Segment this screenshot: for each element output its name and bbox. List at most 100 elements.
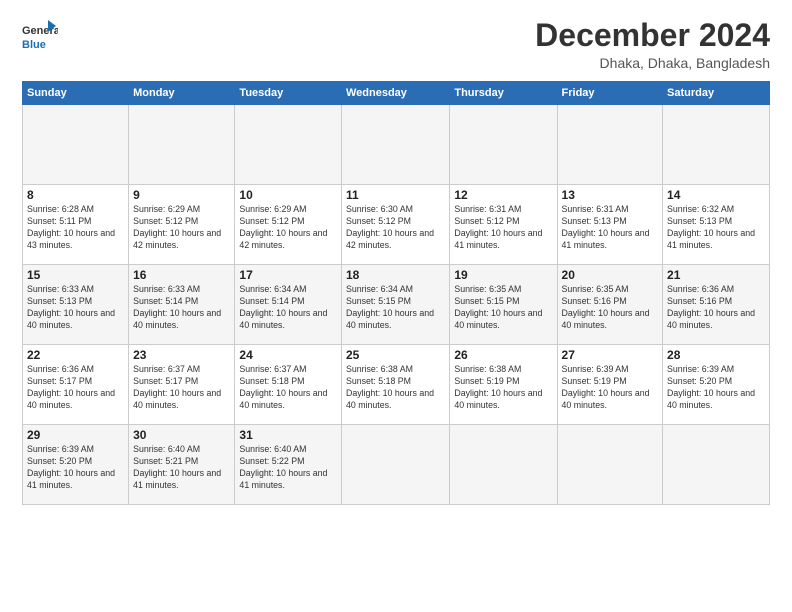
location: Dhaka, Dhaka, Bangladesh <box>535 55 770 71</box>
day-info: Sunrise: 6:28 AMSunset: 5:11 PMDaylight:… <box>27 204 115 250</box>
table-row: 26 Sunrise: 6:38 AMSunset: 5:19 PMDaylig… <box>450 345 557 425</box>
svg-text:Blue: Blue <box>22 39 46 51</box>
table-row: 23 Sunrise: 6:37 AMSunset: 5:17 PMDaylig… <box>129 345 235 425</box>
calendar-week-3: 15 Sunrise: 6:33 AMSunset: 5:13 PMDaylig… <box>23 265 770 345</box>
table-row: 16 Sunrise: 6:33 AMSunset: 5:14 PMDaylig… <box>129 265 235 345</box>
table-row <box>23 105 129 185</box>
month-title: December 2024 <box>535 18 770 53</box>
day-number: 19 <box>454 268 552 282</box>
table-row: 22 Sunrise: 6:36 AMSunset: 5:17 PMDaylig… <box>23 345 129 425</box>
day-number: 17 <box>239 268 337 282</box>
day-number: 30 <box>133 428 230 442</box>
day-number: 10 <box>239 188 337 202</box>
day-info: Sunrise: 6:37 AMSunset: 5:17 PMDaylight:… <box>133 364 221 410</box>
day-number: 31 <box>239 428 337 442</box>
day-info: Sunrise: 6:30 AMSunset: 5:12 PMDaylight:… <box>346 204 434 250</box>
table-row: 13 Sunrise: 6:31 AMSunset: 5:13 PMDaylig… <box>557 185 663 265</box>
table-row: 14 Sunrise: 6:32 AMSunset: 5:13 PMDaylig… <box>663 185 770 265</box>
table-row <box>341 105 449 185</box>
day-number: 26 <box>454 348 552 362</box>
table-row: 17 Sunrise: 6:34 AMSunset: 5:14 PMDaylig… <box>235 265 342 345</box>
day-number: 18 <box>346 268 445 282</box>
table-row: 30 Sunrise: 6:40 AMSunset: 5:21 PMDaylig… <box>129 425 235 505</box>
day-number: 12 <box>454 188 552 202</box>
day-info: Sunrise: 6:34 AMSunset: 5:14 PMDaylight:… <box>239 284 327 330</box>
calendar-week-5: 29 Sunrise: 6:39 AMSunset: 5:20 PMDaylig… <box>23 425 770 505</box>
col-wednesday: Wednesday <box>341 82 449 105</box>
day-info: Sunrise: 6:39 AMSunset: 5:20 PMDaylight:… <box>667 364 755 410</box>
day-info: Sunrise: 6:38 AMSunset: 5:19 PMDaylight:… <box>454 364 542 410</box>
day-number: 24 <box>239 348 337 362</box>
logo-icon: General Blue <box>22 18 58 58</box>
table-row: 12 Sunrise: 6:31 AMSunset: 5:12 PMDaylig… <box>450 185 557 265</box>
day-info: Sunrise: 6:33 AMSunset: 5:13 PMDaylight:… <box>27 284 115 330</box>
day-number: 21 <box>667 268 765 282</box>
table-row <box>663 425 770 505</box>
table-row: 21 Sunrise: 6:36 AMSunset: 5:16 PMDaylig… <box>663 265 770 345</box>
day-info: Sunrise: 6:36 AMSunset: 5:16 PMDaylight:… <box>667 284 755 330</box>
day-number: 16 <box>133 268 230 282</box>
col-thursday: Thursday <box>450 82 557 105</box>
table-row: 29 Sunrise: 6:39 AMSunset: 5:20 PMDaylig… <box>23 425 129 505</box>
table-row <box>450 105 557 185</box>
day-number: 15 <box>27 268 124 282</box>
day-number: 8 <box>27 188 124 202</box>
day-number: 14 <box>667 188 765 202</box>
col-tuesday: Tuesday <box>235 82 342 105</box>
table-row: 10 Sunrise: 6:29 AMSunset: 5:12 PMDaylig… <box>235 185 342 265</box>
table-row <box>663 105 770 185</box>
table-row <box>557 425 663 505</box>
table-row: 24 Sunrise: 6:37 AMSunset: 5:18 PMDaylig… <box>235 345 342 425</box>
col-friday: Friday <box>557 82 663 105</box>
day-number: 23 <box>133 348 230 362</box>
calendar-page: General Blue December 2024 Dhaka, Dhaka,… <box>0 0 792 612</box>
day-info: Sunrise: 6:39 AMSunset: 5:20 PMDaylight:… <box>27 444 115 490</box>
table-row: 20 Sunrise: 6:35 AMSunset: 5:16 PMDaylig… <box>557 265 663 345</box>
day-number: 9 <box>133 188 230 202</box>
table-row: 28 Sunrise: 6:39 AMSunset: 5:20 PMDaylig… <box>663 345 770 425</box>
table-row: 8 Sunrise: 6:28 AMSunset: 5:11 PMDayligh… <box>23 185 129 265</box>
col-saturday: Saturday <box>663 82 770 105</box>
table-row: 31 Sunrise: 6:40 AMSunset: 5:22 PMDaylig… <box>235 425 342 505</box>
calendar-week-2: 8 Sunrise: 6:28 AMSunset: 5:11 PMDayligh… <box>23 185 770 265</box>
table-row: 27 Sunrise: 6:39 AMSunset: 5:19 PMDaylig… <box>557 345 663 425</box>
col-sunday: Sunday <box>23 82 129 105</box>
day-info: Sunrise: 6:35 AMSunset: 5:16 PMDaylight:… <box>562 284 650 330</box>
day-info: Sunrise: 6:36 AMSunset: 5:17 PMDaylight:… <box>27 364 115 410</box>
day-info: Sunrise: 6:29 AMSunset: 5:12 PMDaylight:… <box>239 204 327 250</box>
header-row: Sunday Monday Tuesday Wednesday Thursday… <box>23 82 770 105</box>
table-row: 15 Sunrise: 6:33 AMSunset: 5:13 PMDaylig… <box>23 265 129 345</box>
day-info: Sunrise: 6:31 AMSunset: 5:12 PMDaylight:… <box>454 204 542 250</box>
day-number: 29 <box>27 428 124 442</box>
title-block: December 2024 Dhaka, Dhaka, Bangladesh <box>535 18 770 71</box>
table-row: 11 Sunrise: 6:30 AMSunset: 5:12 PMDaylig… <box>341 185 449 265</box>
day-number: 27 <box>562 348 659 362</box>
logo: General Blue <box>22 18 58 63</box>
day-info: Sunrise: 6:32 AMSunset: 5:13 PMDaylight:… <box>667 204 755 250</box>
col-monday: Monday <box>129 82 235 105</box>
day-info: Sunrise: 6:34 AMSunset: 5:15 PMDaylight:… <box>346 284 434 330</box>
day-info: Sunrise: 6:38 AMSunset: 5:18 PMDaylight:… <box>346 364 434 410</box>
day-info: Sunrise: 6:33 AMSunset: 5:14 PMDaylight:… <box>133 284 221 330</box>
day-number: 11 <box>346 188 445 202</box>
day-info: Sunrise: 6:39 AMSunset: 5:19 PMDaylight:… <box>562 364 650 410</box>
table-row <box>341 425 449 505</box>
day-info: Sunrise: 6:40 AMSunset: 5:22 PMDaylight:… <box>239 444 327 490</box>
table-row <box>129 105 235 185</box>
table-row <box>235 105 342 185</box>
day-number: 20 <box>562 268 659 282</box>
table-row: 25 Sunrise: 6:38 AMSunset: 5:18 PMDaylig… <box>341 345 449 425</box>
table-row: 19 Sunrise: 6:35 AMSunset: 5:15 PMDaylig… <box>450 265 557 345</box>
day-info: Sunrise: 6:40 AMSunset: 5:21 PMDaylight:… <box>133 444 221 490</box>
table-row <box>450 425 557 505</box>
day-info: Sunrise: 6:37 AMSunset: 5:18 PMDaylight:… <box>239 364 327 410</box>
table-row <box>557 105 663 185</box>
calendar-week-4: 22 Sunrise: 6:36 AMSunset: 5:17 PMDaylig… <box>23 345 770 425</box>
calendar-table: Sunday Monday Tuesday Wednesday Thursday… <box>22 81 770 505</box>
day-number: 22 <box>27 348 124 362</box>
day-number: 13 <box>562 188 659 202</box>
day-info: Sunrise: 6:29 AMSunset: 5:12 PMDaylight:… <box>133 204 221 250</box>
page-header: General Blue December 2024 Dhaka, Dhaka,… <box>22 18 770 71</box>
day-info: Sunrise: 6:31 AMSunset: 5:13 PMDaylight:… <box>562 204 650 250</box>
calendar-week-1 <box>23 105 770 185</box>
